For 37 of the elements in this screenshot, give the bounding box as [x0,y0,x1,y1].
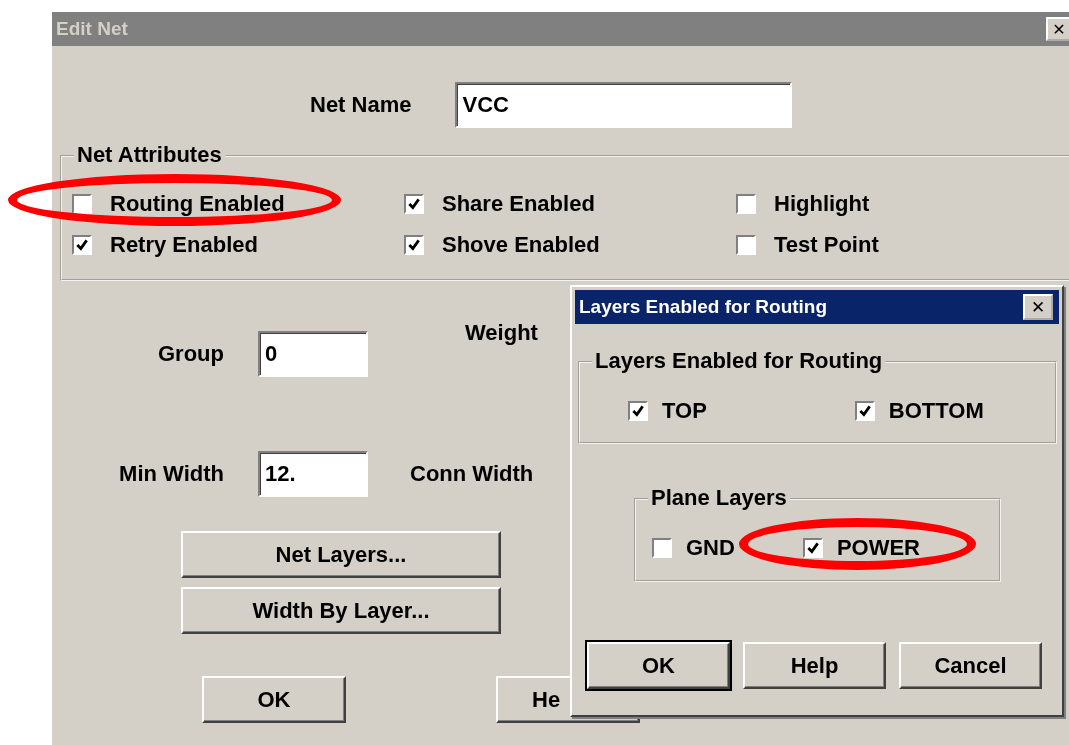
checkbox[interactable] [736,194,756,214]
dialog-button[interactable]: OK [202,676,346,723]
checkbox-label[interactable]: GND [686,535,735,561]
checkbox-label[interactable]: Retry Enabled [110,232,258,258]
close-button[interactable]: ✕ [1023,294,1053,320]
dialog-button[interactable]: Cancel [899,642,1042,689]
checkbox-label[interactable]: TOP [662,398,707,424]
checkbox-label[interactable]: BOTTOM [888,398,984,424]
checkbox[interactable] [72,235,92,255]
window-title: Layers Enabled for Routing [578,296,828,318]
checkbox-label[interactable]: Share Enabled [442,191,595,217]
checkbox[interactable] [628,401,648,421]
text-field[interactable]: 12. [258,451,368,497]
dialog-button[interactable]: Help [743,642,886,689]
window-title: Edit Net [55,18,128,40]
checkbox[interactable] [404,235,424,255]
checkbox-label[interactable]: Shove Enabled [442,232,600,258]
checkbox[interactable] [72,194,92,214]
net-name-field[interactable]: VCC [455,82,793,128]
field-label: Conn Width [410,461,534,487]
dialog-button[interactable]: Net Layers... [181,531,501,578]
dialog-button[interactable]: OK [587,642,730,689]
checkbox[interactable] [802,538,823,558]
checkbox[interactable] [736,235,756,255]
net-name-label: Net Name [310,92,412,118]
text-field[interactable]: 0 [258,331,368,377]
checkbox-label[interactable]: Test Point [774,232,879,258]
field-label: Weight [465,320,538,346]
checkbox-label[interactable]: Routing Enabled [110,191,285,217]
field-label: Group [157,341,225,367]
checkbox-label[interactable]: Highlight [774,191,870,217]
field-label: Min Width [118,461,225,487]
dialog-button[interactable]: Width By Layer... [181,587,501,634]
checkbox[interactable] [652,538,672,558]
close-button[interactable]: ✕ [1046,17,1069,41]
checkbox[interactable] [404,194,424,214]
checkbox[interactable] [854,401,875,421]
